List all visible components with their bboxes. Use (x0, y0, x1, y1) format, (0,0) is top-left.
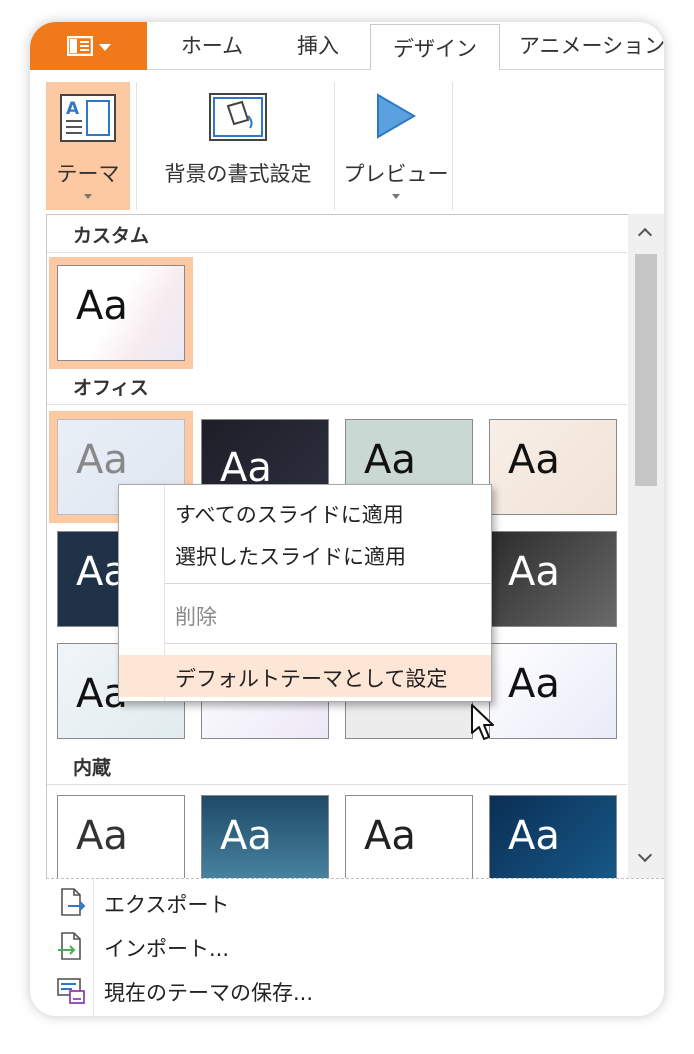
theme-thumb-builtin-1[interactable]: Aa (57, 795, 185, 880)
theme-thumb-office-12[interactable]: Aa (489, 643, 617, 739)
theme-thumb-builtin-4[interactable]: Aa (489, 795, 617, 880)
import-menu-item[interactable]: インポート... (46, 925, 626, 969)
export-icon (61, 888, 86, 916)
tab-home[interactable]: ホーム (158, 22, 266, 70)
export-label: エクスポート (104, 893, 230, 917)
save-theme-label: 現在のテーマの保存... (104, 981, 314, 1005)
chevron-down-icon (392, 194, 400, 199)
theme-icon: A (60, 94, 116, 142)
theme-thumb-text: Aa (76, 283, 128, 329)
theme-thumb-text: Aa (508, 437, 560, 483)
ribbon-tab-bar: ホーム 挿入 デザイン アニメーション (30, 22, 664, 71)
delete-item[interactable]: 削除 (119, 593, 491, 635)
scroll-up-icon[interactable] (637, 227, 653, 243)
section-builtin: 内蔵 (47, 747, 627, 785)
background-format-label: 背景の書式設定 (164, 162, 312, 186)
apply-all-slides-item[interactable]: すべてのスライドに適用 (119, 491, 491, 533)
theme-thumb-text: Aa (76, 813, 128, 859)
apply-selected-slides-label: 選択したスライドに適用 (175, 545, 406, 569)
theme-thumb-office-8[interactable]: Aa (489, 531, 617, 627)
scrollbar-thumb[interactable] (635, 254, 657, 486)
theme-thumb-text: Aa (220, 813, 272, 859)
theme-thumb-builtin-2[interactable]: Aa (201, 795, 329, 880)
theme-bottom-menu: エクスポート インポート... 現在のテーマの保存... (46, 878, 664, 1016)
ribbon-separator (452, 82, 453, 210)
tab-animation[interactable]: アニメーション (512, 22, 664, 70)
chevron-down-icon (98, 43, 111, 51)
apply-all-slides-label: すべてのスライドに適用 (175, 503, 404, 527)
mouse-cursor-icon (471, 704, 494, 740)
preview-label: プレビュー (343, 162, 449, 186)
theme-thumb-text: Aa (508, 661, 560, 707)
import-label: インポート... (104, 937, 230, 961)
ribbon-separator (334, 82, 335, 210)
paint-bucket-icon (209, 93, 267, 141)
export-menu-item[interactable]: エクスポート (46, 881, 626, 925)
svg-text:A: A (66, 99, 80, 119)
theme-thumb-text: Aa (508, 813, 560, 859)
ribbon-separator (136, 82, 137, 210)
section-custom: カスタム (47, 215, 627, 253)
apply-selected-slides-item[interactable]: 選択したスライドに適用 (119, 533, 491, 575)
sidebar-panel-icon (66, 36, 93, 56)
set-default-theme-item[interactable]: デフォルトテーマとして設定 (119, 655, 491, 697)
theme-thumb-custom[interactable]: Aa (57, 265, 185, 361)
theme-thumb-text: Aa (76, 437, 128, 483)
design-ribbon: A テーマ 背景の書式設定 プレビュー (30, 70, 664, 236)
file-menu-button[interactable] (30, 22, 147, 70)
theme-button[interactable]: A テーマ (46, 82, 130, 210)
menu-separator (165, 583, 491, 584)
scroll-down-icon[interactable] (637, 847, 653, 863)
chevron-down-icon (84, 194, 92, 199)
tab-design[interactable]: デザイン (370, 24, 500, 71)
theme-thumb-text: Aa (364, 437, 416, 483)
save-theme-icon (57, 978, 85, 1004)
theme-context-menu: すべてのスライドに適用 選択したスライドに適用 削除 デフォルトテーマとして設定 (118, 484, 492, 702)
delete-label: 削除 (175, 605, 217, 629)
section-office: オフィス (47, 367, 627, 405)
theme-button-label: テーマ (56, 162, 120, 186)
gallery-scrollbar[interactable] (628, 214, 664, 880)
save-theme-menu-item[interactable]: 現在のテーマの保存... (46, 969, 626, 1013)
set-default-theme-label: デフォルトテーマとして設定 (175, 667, 448, 691)
theme-thumb-office-4[interactable]: Aa (489, 419, 617, 515)
theme-thumb-text: Aa (508, 549, 560, 595)
theme-thumb-text: Aa (364, 813, 416, 859)
theme-dropdown-window: ホーム 挿入 デザイン アニメーション A テーマ 背景の書式設定 プレビュー … (30, 22, 664, 1016)
theme-thumb-builtin-3[interactable]: Aa (345, 795, 473, 880)
tab-insert[interactable]: 挿入 (270, 22, 366, 70)
background-format-button[interactable]: 背景の書式設定 (142, 82, 334, 210)
menu-separator (165, 643, 491, 644)
preview-button[interactable]: プレビュー (340, 82, 452, 210)
import-icon (58, 932, 81, 960)
play-icon (377, 93, 416, 139)
